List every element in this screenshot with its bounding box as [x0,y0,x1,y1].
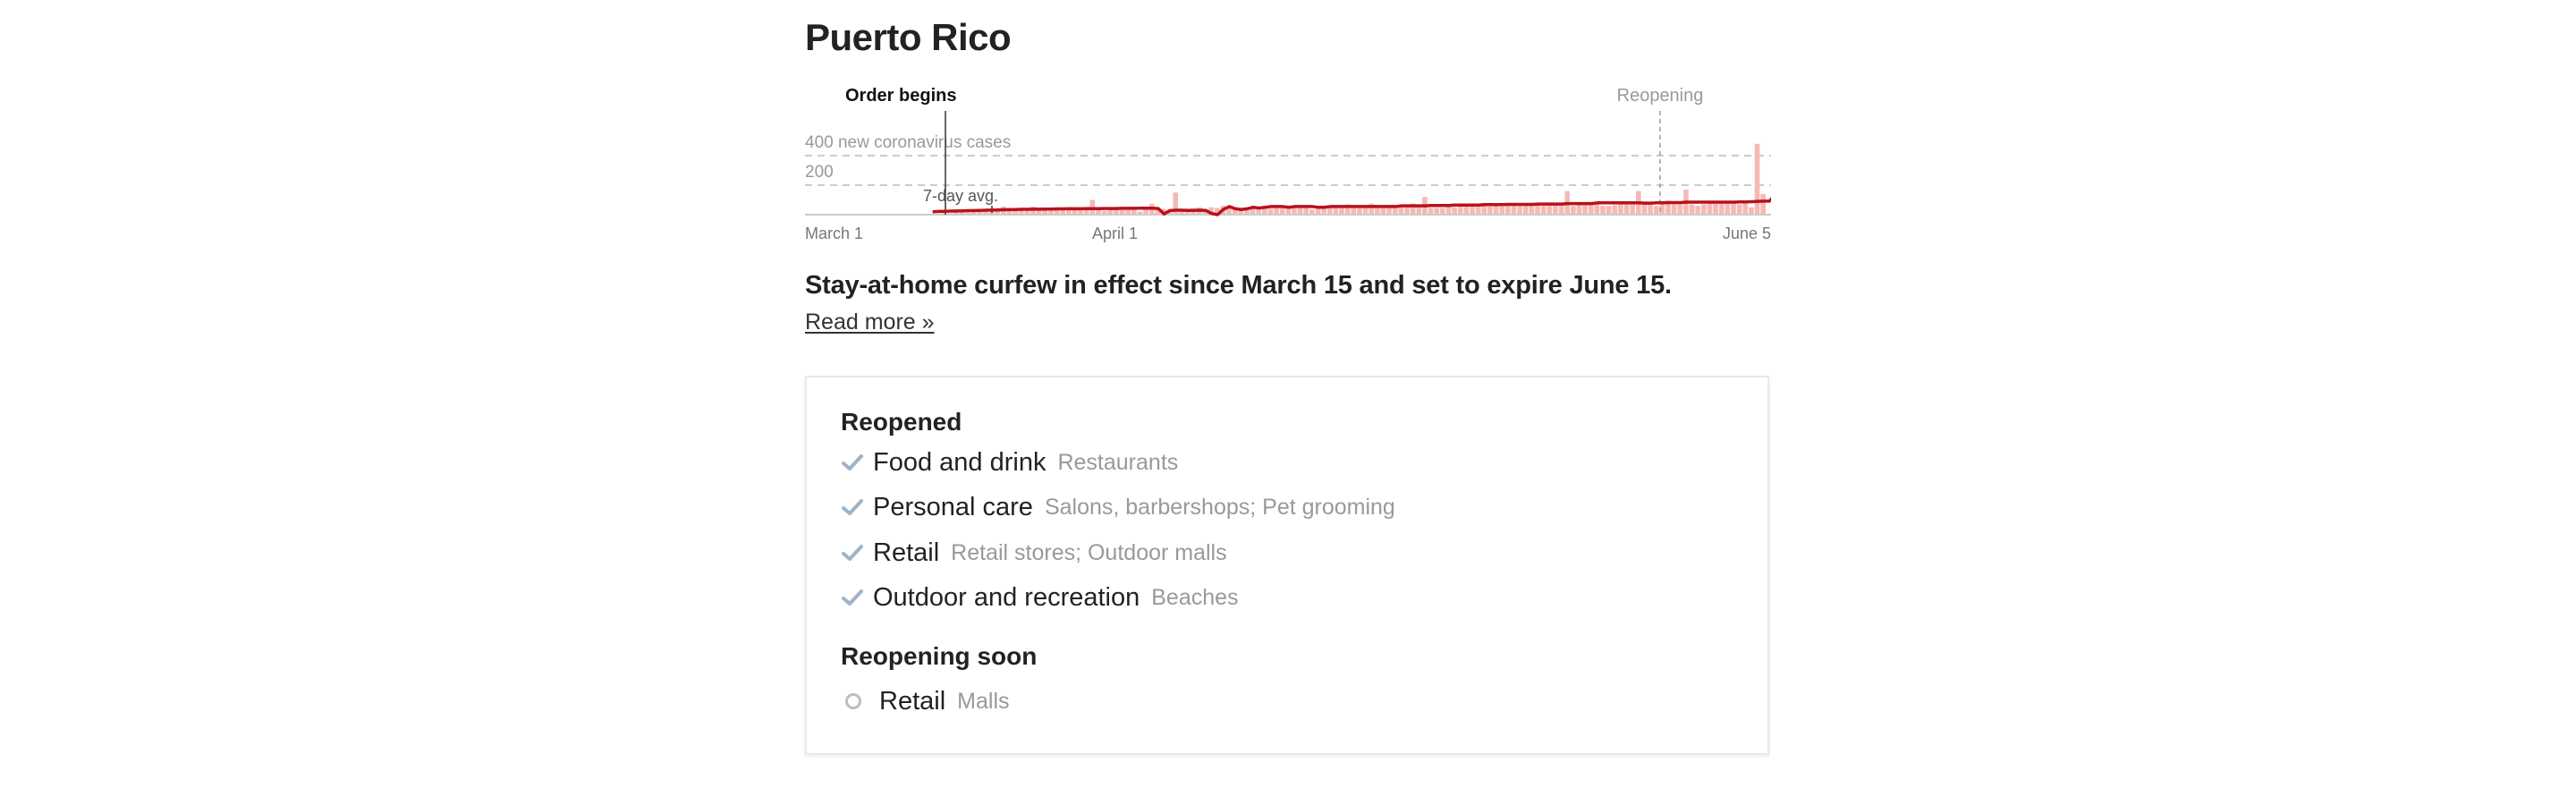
case-bar [1546,205,1553,215]
gridline-label-200: 200 [805,163,834,182]
case-bar [1434,208,1440,215]
case-bar [1339,207,1344,215]
case-bar [1695,206,1701,215]
case-bar [1457,206,1463,215]
case-bar [1404,206,1410,216]
case-bar [1292,208,1297,215]
xtick-label-june-5: June 5 [1723,225,1771,242]
case-bar [1724,202,1731,215]
case-bar [1588,204,1594,215]
read-more-link[interactable]: Read more » [805,309,935,335]
case-bar [1470,206,1475,215]
case-bar [1677,204,1683,215]
case-bar [1481,206,1487,215]
case-bar [1623,202,1630,215]
case-bar [1493,206,1499,215]
case-bar [1351,208,1357,215]
case-bar [1375,208,1380,215]
case-bar [1529,205,1535,215]
reopened-item: Food and drink Restaurants [841,445,1178,480]
pending-circle-icon [845,693,861,709]
case-bar [1594,204,1600,215]
reopening-soon-item: Retail Malls [841,683,1010,719]
state-title: Puerto Rico [805,16,1012,58]
case-bar [1558,204,1564,215]
case-bar [1612,205,1618,215]
xtick-label-march-1: March 1 [805,225,863,242]
case-bar [1701,204,1707,215]
case-bar [1618,203,1623,216]
xtick-label-april-1: April 1 [1092,225,1138,242]
case-bar [1398,206,1404,216]
case-bar [1571,206,1576,215]
case-bar [1274,208,1279,215]
case-bar [1600,206,1606,215]
item-name: Retail [879,686,946,716]
reopened-item: Outdoor and recreation Beaches [841,580,1239,615]
case-bar [1380,207,1386,215]
item-detail: Malls [957,688,1010,714]
case-bar [1553,204,1558,215]
case-bar [1760,193,1766,215]
case-bar [1505,206,1511,215]
case-bar [1630,204,1636,215]
cases-chart: 400 new coronavirus cases 200 Order begi… [805,86,1771,242]
case-bar [1731,202,1736,215]
check-icon [842,589,863,606]
order-summary: Stay-at-home curfew in effect since Marc… [805,271,1672,300]
case-bar [1689,204,1695,215]
case-bar [1576,205,1582,215]
case-bar [1653,206,1659,215]
case-bar [1736,204,1742,215]
item-detail: Salons, barbershops; Pet grooming [1044,494,1395,520]
case-bar [1499,206,1505,216]
reopening-card: Reopened Food and drink Restaurants Pers… [805,376,1769,755]
case-bar [1671,204,1677,215]
case-bar [1428,208,1434,215]
item-name: Retail [873,538,940,567]
check-icon [842,454,863,470]
order-begins-label: Order begins [845,86,956,106]
check-icon [842,545,863,561]
case-bar [1517,206,1522,215]
case-bar [1463,206,1470,216]
case-bar [1315,208,1321,215]
check-icon [842,499,863,515]
case-bar [1522,206,1529,215]
case-bar [1535,205,1540,215]
item-name: Personal care [873,492,1033,521]
case-bar [1606,206,1612,215]
case-bar [1749,207,1754,215]
item-detail: Restaurants [1057,449,1179,475]
section-title-reopening-soon: Reopening soon [841,642,1038,670]
case-bar [1452,207,1457,215]
case-bar [1540,206,1546,215]
avg-label: 7-day avg. [923,187,998,205]
reopened-item: Personal care Salons, barbershops; Pet g… [841,489,1395,525]
case-bar [1445,206,1452,216]
case-bar [1707,203,1713,216]
case-bar [1440,208,1445,215]
section-title-reopened: Reopened [841,408,962,436]
reopened-item: Retail Retail stores; Outdoor malls [841,535,1227,571]
reopening-label: Reopening [1617,86,1704,106]
case-bar [1487,206,1493,216]
case-bar [1754,143,1760,215]
item-name: Outdoor and recreation [873,582,1140,612]
gridline-label-400: 400 new coronavirus cases [805,133,1011,152]
case-bar [1582,205,1588,215]
case-bar [1713,203,1718,216]
case-bar [1357,207,1362,215]
item-detail: Beaches [1151,584,1239,610]
item-detail: Retail stores; Outdoor malls [951,539,1227,565]
item-name: Food and drink [873,447,1046,477]
